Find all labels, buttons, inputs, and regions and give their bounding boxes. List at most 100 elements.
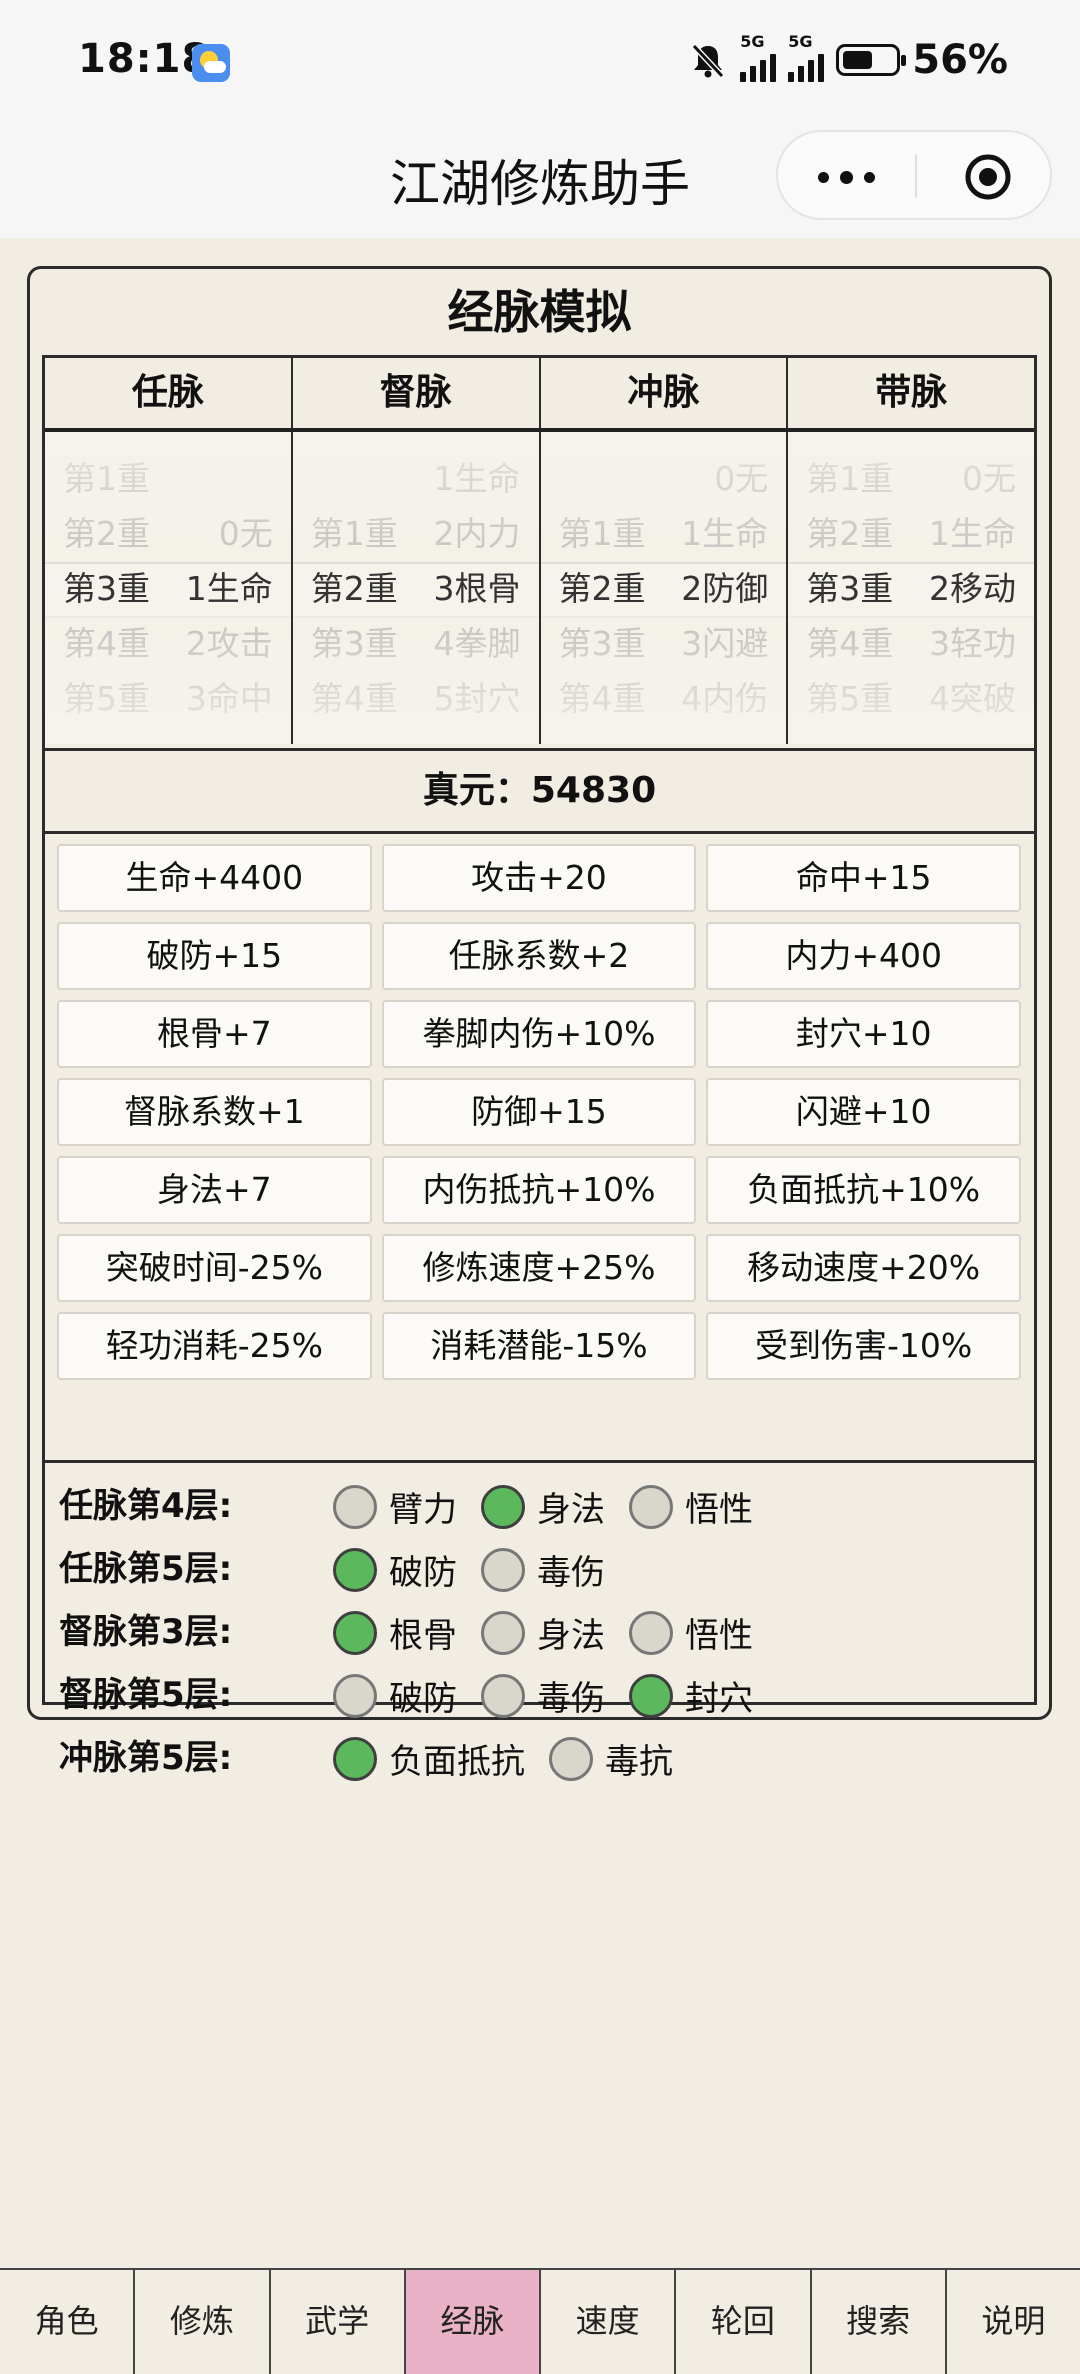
nav-tab-5[interactable]: 速度 <box>541 2270 677 2374</box>
layer-choices: 任脉第4层: 臂力 身法 悟性 任脉第5层: 破防 毒伤 督脉第3层: 根骨 身法 悟性 督脉第5层:… <box>45 1460 1034 1790</box>
stat-cell: 生命+4400 <box>57 844 372 912</box>
meridian-headers: 任脉 督脉 冲脉 带脉 <box>45 358 1034 432</box>
radio-option[interactable]: 根骨 <box>333 1608 457 1657</box>
nav-tab-8[interactable]: 说明 <box>947 2270 1080 2374</box>
radio-option[interactable]: 封穴 <box>629 1671 753 1720</box>
radio-option[interactable]: 臂力 <box>333 1482 457 1531</box>
picker-level <box>63 432 150 451</box>
stat-cell: 受到伤害-10% <box>706 1312 1021 1380</box>
network-label: 5G <box>740 32 765 51</box>
stat-cell: 封穴+10 <box>706 1000 1021 1068</box>
choice-row: 督脉第5层: 破防 毒伤 封穴 <box>45 1664 1034 1727</box>
radio-unchecked-icon[interactable] <box>481 1610 525 1655</box>
mute-bell-icon <box>688 40 728 80</box>
stat-cell: 命中+15 <box>706 844 1021 912</box>
radio-option[interactable]: 悟性 <box>629 1608 753 1657</box>
picker-value <box>186 432 273 451</box>
stat-cell: 内伤抵抗+10% <box>381 1156 697 1224</box>
picker-value: 1生命 <box>433 459 521 498</box>
radio-label: 身法 <box>537 1616 605 1656</box>
radio-option[interactable]: 身法 <box>481 1608 605 1657</box>
radio-label: 毒伤 <box>537 1679 605 1719</box>
radio-label: 破防 <box>389 1553 457 1593</box>
radio-unchecked-icon[interactable] <box>629 1610 673 1655</box>
radio-unchecked-icon[interactable] <box>629 1484 673 1529</box>
stat-cell: 修炼速度+25% <box>381 1234 697 1302</box>
radio-option[interactable]: 负面抵抗 <box>333 1734 525 1783</box>
picker-level: 第2重 <box>806 514 894 553</box>
nav-tab-6[interactable]: 轮回 <box>676 2270 812 2374</box>
picker-value: 2攻击 <box>185 624 273 663</box>
radio-label: 臂力 <box>389 1490 457 1530</box>
radio-unchecked-icon[interactable] <box>481 1673 525 1718</box>
picker-value: 1生命 <box>681 514 769 553</box>
picker-level: 第1重 <box>558 514 646 553</box>
picker-level: 第4重 <box>310 679 398 718</box>
picker-level: 第1重 <box>806 459 894 498</box>
more-dots-icon[interactable] <box>778 132 914 218</box>
radio-checked-icon[interactable] <box>333 1610 377 1655</box>
choice-label: 督脉第3层: <box>59 1612 233 1652</box>
picker-level: 第5重 <box>63 679 150 718</box>
meridian-picker-4[interactable]: 第1重 第2重 第3重 第4重 第5重 0无 1生命 2移动 3轻功 4突破 <box>788 432 1034 744</box>
radio-label: 封穴 <box>685 1679 753 1719</box>
nav-tab-2[interactable]: 修炼 <box>135 2270 271 2374</box>
radio-unchecked-icon[interactable] <box>549 1736 593 1781</box>
choice-label: 冲脉第5层: <box>59 1738 233 1778</box>
meridian-picker-3[interactable]: 第1重 第2重 第3重 第4重 0无 1生命 2防御 3闪避 4内伤 <box>540 432 789 744</box>
battery-percent: 56% <box>912 37 1008 83</box>
picker-level: 第3重 <box>310 624 398 663</box>
picker-value <box>681 432 768 451</box>
radio-label: 毒抗 <box>605 1742 673 1782</box>
meridian-picker-2[interactable]: 第1重 第2重 第3重 第4重 1生命 2内力 3根骨 4拳脚 5封穴 <box>292 432 541 744</box>
radio-unchecked-icon[interactable] <box>481 1547 525 1592</box>
radio-option[interactable]: 身法 <box>481 1482 605 1531</box>
radio-unchecked-icon[interactable] <box>333 1673 377 1718</box>
picker-level: 第3重 <box>806 569 894 608</box>
stat-cell: 身法+7 <box>57 1156 372 1224</box>
nav-tab-3[interactable]: 武学 <box>271 2270 406 2374</box>
stat-grid: 生命+4400 攻击+20 命中+15 破防+15 任脉系数+2 内力+400 根骨+7 拳脚… <box>57 844 1021 1380</box>
nav-tab-4[interactable]: 经脉 <box>405 2270 541 2374</box>
radio-checked-icon[interactable] <box>481 1484 525 1529</box>
picker-level <box>311 451 398 506</box>
radio-label: 负面抵抗 <box>389 1742 525 1782</box>
close-target-icon[interactable] <box>963 152 1013 202</box>
radio-option[interactable]: 毒伤 <box>481 1545 605 1594</box>
capsule-divider <box>915 154 917 198</box>
panel-title: 经脉模拟 <box>447 285 632 339</box>
picker-value: 1生命 <box>929 514 1016 553</box>
picker-level: 第4重 <box>558 679 646 718</box>
picker-value: 2移动 <box>929 569 1016 608</box>
picker-level <box>806 432 893 451</box>
picker-level: 第2重 <box>558 569 646 608</box>
picker-value: 0无 <box>218 514 273 553</box>
radio-option[interactable]: 毒抗 <box>549 1734 673 1783</box>
radio-option[interactable]: 破防 <box>333 1671 457 1720</box>
meridian-picker-1[interactable]: 第1重 第2重 第3重 第4重 第5重 0无 1生命 2攻击 3命中 <box>45 432 293 744</box>
status-time: 18:18 <box>78 36 211 82</box>
radio-option[interactable]: 悟性 <box>629 1482 753 1531</box>
choice-label: 任脉第5层: <box>59 1549 233 1589</box>
picker-level: 第2重 <box>63 514 150 553</box>
radio-checked-icon[interactable] <box>333 1547 377 1592</box>
picker-level <box>311 432 398 451</box>
meridian-pickers: 第1重 第2重 第3重 第4重 第5重 0无 1生命 2攻击 3命中 第1重 第2重 第3重 第4重… <box>45 432 1034 744</box>
picker-value <box>186 451 273 506</box>
picker-value: 3命中 <box>185 679 273 718</box>
radio-checked-icon[interactable] <box>333 1736 377 1781</box>
nav-tab-1[interactable]: 角色 <box>0 2270 136 2374</box>
battery-icon <box>836 44 907 76</box>
radio-checked-icon[interactable] <box>629 1673 673 1718</box>
radio-option[interactable]: 毒伤 <box>481 1671 605 1720</box>
nav-tab-7[interactable]: 搜索 <box>812 2270 947 2374</box>
radio-option[interactable]: 破防 <box>333 1545 457 1594</box>
choice-row: 任脉第5层: 破防 毒伤 <box>45 1538 1034 1601</box>
radio-unchecked-icon[interactable] <box>333 1484 377 1529</box>
weather-icon <box>192 44 230 82</box>
radio-label: 悟性 <box>685 1616 753 1656</box>
column-header: 督脉 <box>293 358 541 428</box>
radio-label: 破防 <box>389 1679 457 1719</box>
picker-value <box>434 432 521 451</box>
network-label: 5G <box>788 32 813 51</box>
